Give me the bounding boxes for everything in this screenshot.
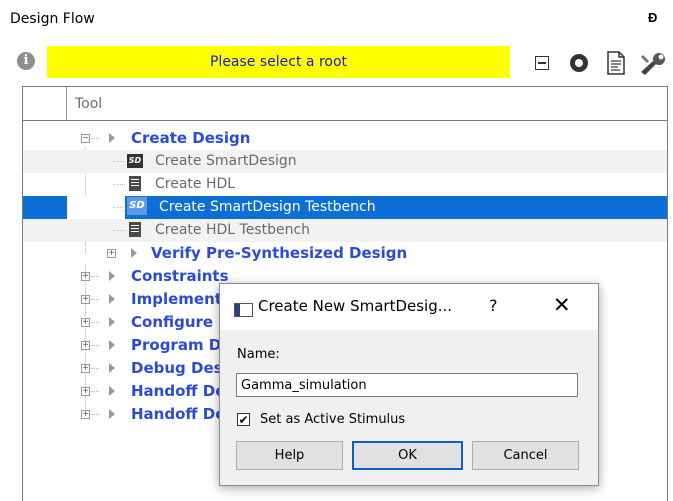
tree-row-create-smartdesign-testbench[interactable]: SD Create SmartDesign Testbench <box>23 196 667 219</box>
tree-row-create-hdl-testbench[interactable]: Create HDL Testbench <box>23 219 667 242</box>
tree-category-label: Constraints <box>131 267 229 285</box>
dialog-title-bar[interactable]: Create New SmartDesig... ? ✕ <box>220 284 598 330</box>
cancel-button[interactable]: Cancel <box>472 441 579 470</box>
name-input[interactable] <box>236 373 578 397</box>
collapse-toggle-icon[interactable]: − <box>81 134 90 144</box>
expand-toggle-icon[interactable]: + <box>81 341 90 351</box>
tree-row-verify-pre-synthesized[interactable]: + Verify Pre-Synthesized Design <box>23 242 667 265</box>
window-icon <box>234 303 253 317</box>
tree-category-label: Verify Pre-Synthesized Design <box>151 244 408 262</box>
tree-item-label: Create SmartDesign Testbench <box>159 199 376 215</box>
panel-title-bar: Design Flow Ɖ <box>0 0 673 40</box>
ok-button[interactable]: OK <box>352 441 463 470</box>
hdl-file-icon <box>129 222 141 237</box>
arrow-icon <box>109 271 115 281</box>
tree-header: Tool <box>23 87 667 121</box>
tree-item-label: Create HDL Testbench <box>155 222 311 238</box>
expand-toggle-icon[interactable]: + <box>81 410 90 420</box>
arrow-icon <box>109 294 115 304</box>
arrow-icon <box>109 409 115 419</box>
expand-toggle-icon[interactable]: + <box>81 364 90 374</box>
arrow-icon <box>131 248 137 258</box>
create-smartdesign-testbench-dialog: Create New SmartDesig... ? ✕ Name: ✔ Set… <box>219 283 599 486</box>
expand-toggle-icon[interactable]: + <box>81 387 90 397</box>
hdl-file-icon <box>129 176 141 191</box>
tree-row-create-design[interactable]: − Create Design <box>23 127 667 150</box>
arrow-icon <box>109 363 115 373</box>
panel-title: Design Flow <box>10 11 95 27</box>
report-icon[interactable] <box>604 50 628 76</box>
expand-toggle-icon[interactable]: + <box>81 318 90 328</box>
tree-category-label: Configure I <box>131 313 224 331</box>
expand-toggle-icon[interactable]: + <box>81 295 90 305</box>
expand-toggle-icon[interactable]: + <box>107 249 116 259</box>
smartdesign-testbench-icon: SD <box>127 197 147 215</box>
help-icon[interactable]: ? <box>489 296 498 315</box>
root-status-text: Please select a root <box>209 54 348 70</box>
tree-category-label: Create Design <box>131 129 251 147</box>
settings-wrench-icon[interactable] <box>638 50 668 76</box>
tree-category-label: Handoff De <box>131 382 226 400</box>
expand-toggle-icon[interactable]: + <box>81 272 90 282</box>
name-label: Name: <box>237 347 280 362</box>
tree-category-label: Program D <box>131 336 222 354</box>
active-stimulus-checkbox[interactable]: ✔ <box>237 413 250 426</box>
column-divider <box>66 87 67 120</box>
tree-category-label: Handoff De <box>131 405 226 423</box>
tree-item-label: Create HDL <box>155 176 236 192</box>
arrow-icon <box>109 317 115 327</box>
selection-highlight <box>23 196 67 219</box>
active-stimulus-label[interactable]: Set as Active Stimulus <box>260 412 405 427</box>
smartdesign-icon: SD <box>127 154 143 168</box>
help-button[interactable]: Help <box>236 441 343 470</box>
tree-category-label: Debug Des <box>131 359 223 377</box>
column-header-tool[interactable]: Tool <box>75 96 102 112</box>
info-icon[interactable]: i <box>17 52 35 70</box>
tree-row-create-smartdesign[interactable]: SD Create SmartDesign <box>23 150 667 173</box>
pin-icon[interactable]: Ɖ <box>648 10 657 25</box>
stop-icon[interactable] <box>567 50 591 76</box>
tree-item-label: Create SmartDesign <box>155 153 297 169</box>
tree-category-label: Implement <box>131 290 222 308</box>
collapse-all-icon[interactable] <box>531 50 553 76</box>
dialog-title: Create New SmartDesig... <box>258 297 453 315</box>
root-status-banner: Please select a root <box>47 46 510 78</box>
arrow-icon <box>109 133 115 143</box>
arrow-icon <box>109 340 115 350</box>
arrow-icon <box>109 386 115 396</box>
tree-row-create-hdl[interactable]: Create HDL <box>23 173 667 196</box>
close-icon[interactable]: ✕ <box>553 293 571 317</box>
